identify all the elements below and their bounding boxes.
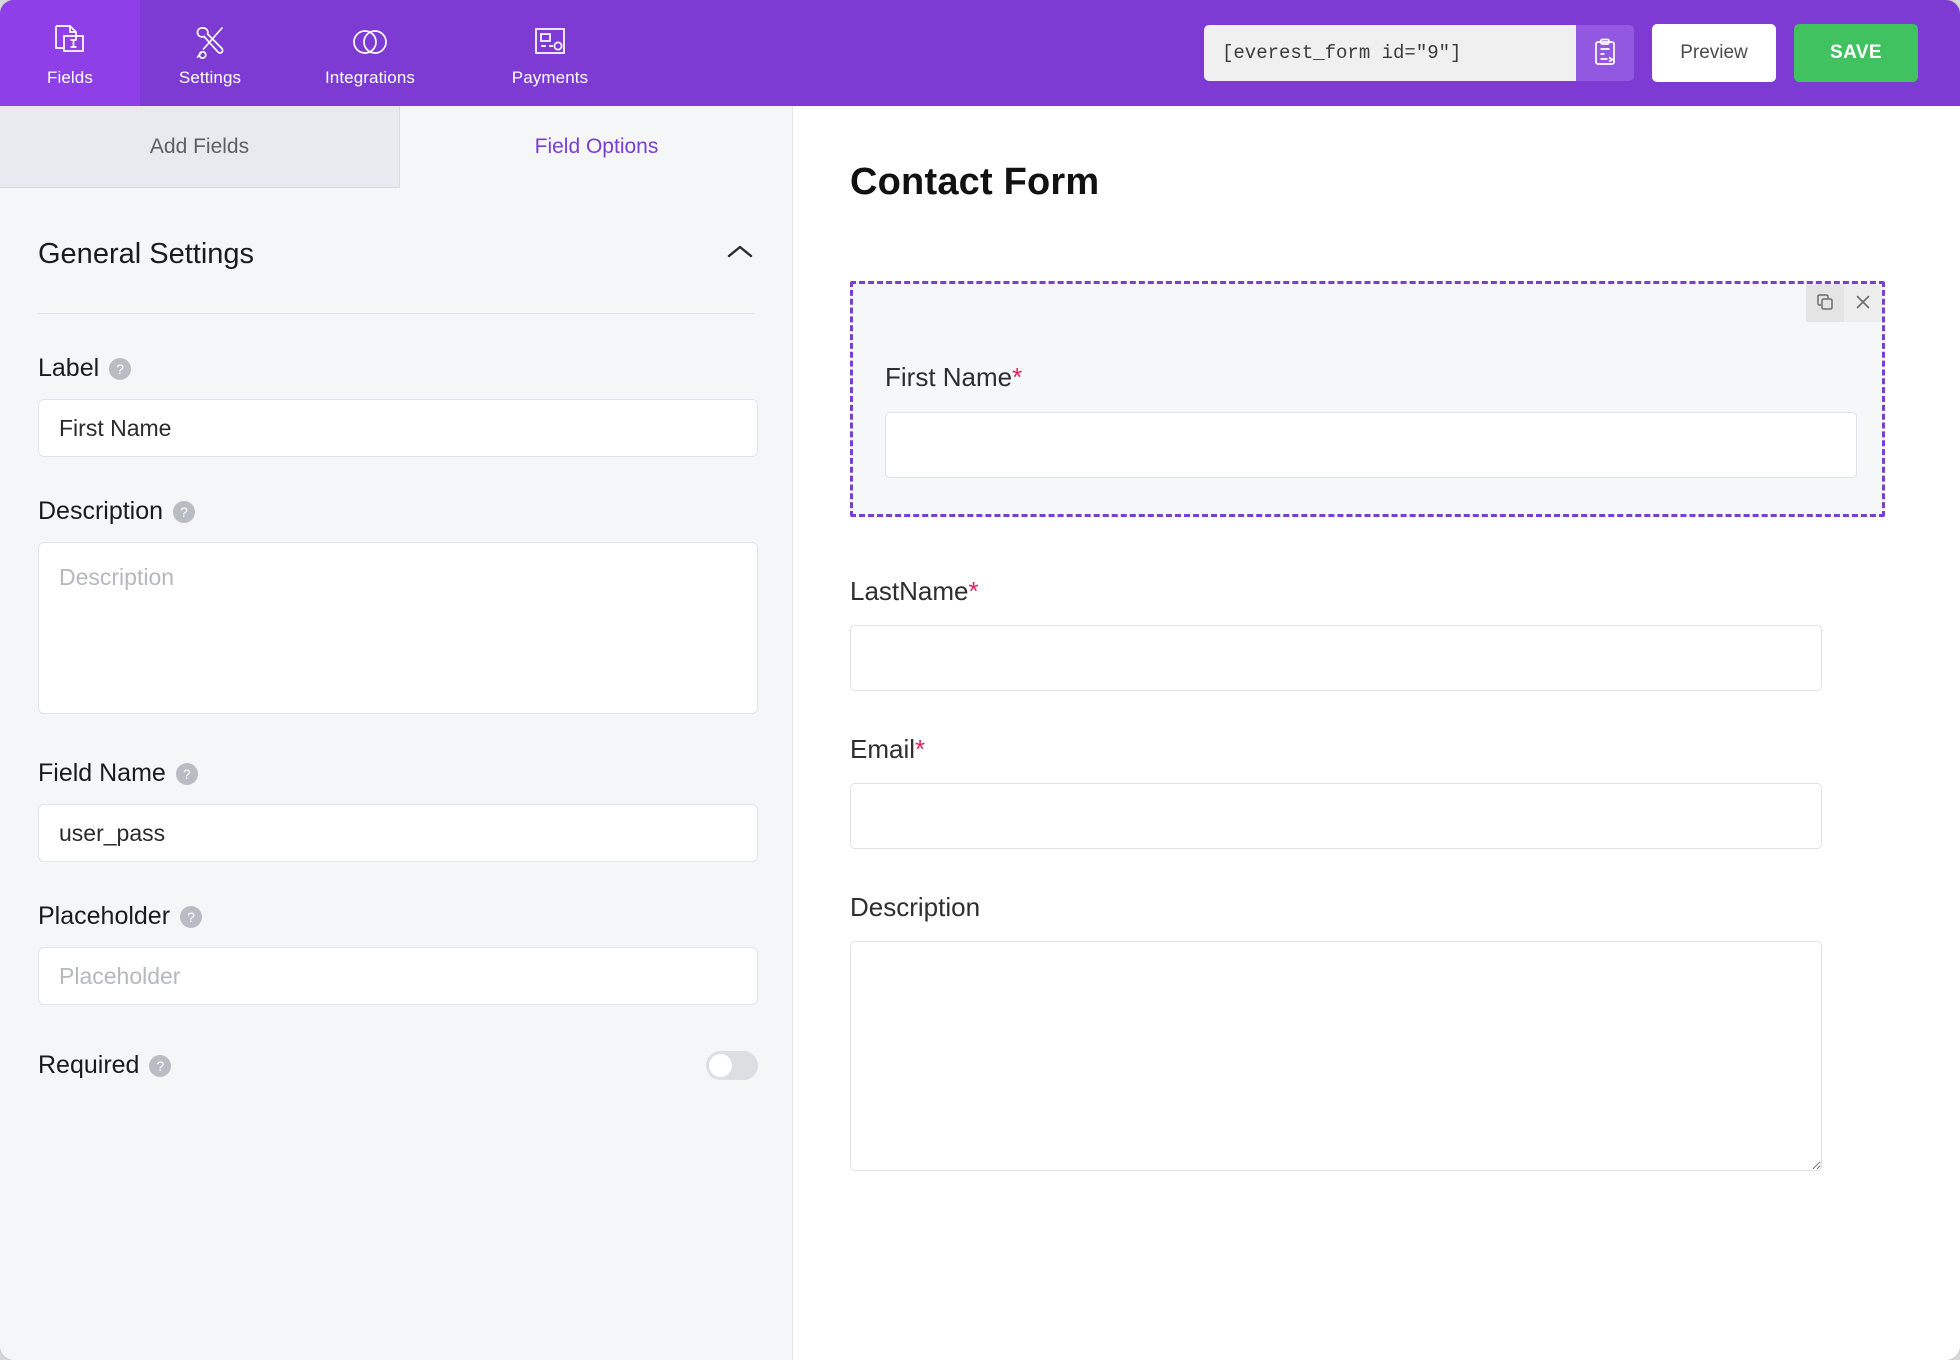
tab-field-options[interactable]: Field Options [400,106,793,188]
primary-nav: Fields Settings Integrations Payments [0,0,640,106]
required-asterisk: * [968,576,979,606]
required-toggle-knob [709,1054,732,1077]
preview-field-lastname-input[interactable] [850,625,1822,691]
settings-tools-icon [192,23,228,61]
page-title: Contact Form [850,161,1100,203]
preview-button[interactable]: Preview [1652,24,1776,82]
chevron-up-icon[interactable] [726,243,754,266]
builder-body: Add Fields Field Options General Setting… [0,106,1960,1360]
required-asterisk: * [1012,362,1023,392]
preview-field-description-textarea[interactable] [850,941,1822,1171]
help-question-icon[interactable]: ? [173,500,196,523]
form-preview-panel: Contact Form First Name* LastName* Email… [794,106,1960,1360]
help-question-icon[interactable]: ? [149,1054,172,1077]
form-builder-app: Fields Settings Integrations Payments [e… [0,0,1960,1360]
selected-field-label-text: First Name [885,362,1013,392]
nav-tab-settings[interactable]: Settings [140,0,280,106]
preview-field-lastname-label-text: LastName [850,576,969,606]
left-sidebar: Add Fields Field Options General Setting… [0,106,793,1360]
preview-field-lastname: LastName* [850,576,1834,691]
placeholder-setting-title-row: Placeholder ? [38,902,754,931]
top-header: Fields Settings Integrations Payments [e… [0,0,1960,106]
label-input[interactable] [38,399,758,457]
preview-field-email: Email* [850,734,1834,849]
payments-card-icon [533,23,567,61]
label-setting-title: Label [38,354,100,382]
placeholder-input[interactable] [38,947,758,1005]
copy-shortcode-button[interactable] [1576,25,1634,81]
label-setting-title-row: Label ? [38,354,754,383]
copy-clipboard-icon [1592,38,1618,69]
preview-field-description-label: Description [850,892,1834,923]
preview-field-email-label: Email* [850,734,1834,765]
shortcode-group [1204,25,1634,81]
description-setting-title-row: Description ? [38,497,754,526]
preview-field-description: Description [850,892,1834,1176]
general-settings-header[interactable]: General Settings [38,238,754,314]
field-name-setting-title-row: Field Name ? [38,759,754,788]
nav-tab-fields[interactable]: Fields [0,0,140,106]
required-setting-title: Required [38,1051,140,1079]
shortcode-input[interactable] [1204,25,1576,81]
required-toggle[interactable] [706,1051,758,1080]
help-question-icon[interactable]: ? [175,762,198,785]
integrations-circles-icon [351,23,389,61]
fields-document-icon [53,23,87,61]
header-actions: Preview SAVE [1204,0,1960,106]
description-textarea[interactable] [38,542,758,714]
help-question-icon[interactable]: ? [109,357,132,380]
description-setting-group: Description ? [38,497,758,719]
field-name-input[interactable] [38,804,758,862]
tab-add-fields[interactable]: Add Fields [0,106,400,188]
required-setting-group: Required ? [38,1051,758,1080]
duplicate-icon [1816,293,1834,314]
selected-field-actions [1806,284,1882,322]
save-button[interactable]: SAVE [1794,24,1918,82]
selected-field-first-name[interactable]: First Name* [850,281,1885,517]
field-name-setting-title: Field Name [38,759,166,787]
nav-tab-settings-label: Settings [178,67,242,87]
selected-field-input[interactable] [885,412,1857,478]
nav-tab-integrations-label: Integrations [324,67,416,87]
label-setting-group: Label ? [38,354,758,457]
description-setting-title: Description [38,497,164,525]
sidebar-tabs: Add Fields Field Options [0,106,792,188]
help-question-icon[interactable]: ? [180,905,203,928]
selected-field-label: First Name* [885,362,1022,393]
required-setting-title-row: Required ? [38,1051,172,1080]
preview-field-email-input[interactable] [850,783,1822,849]
duplicate-field-button[interactable] [1806,284,1844,322]
delete-field-button[interactable] [1844,284,1882,322]
preview-field-email-label-text: Email [850,734,916,764]
nav-tab-payments[interactable]: Payments [460,0,640,106]
nav-tab-integrations[interactable]: Integrations [280,0,460,106]
nav-tab-payments-label: Payments [511,67,589,87]
field-name-setting-group: Field Name ? [38,759,758,862]
preview-field-lastname-label: LastName* [850,576,1834,607]
general-settings-title: General Settings [38,238,255,270]
placeholder-setting-group: Placeholder ? [38,902,758,1005]
nav-tab-fields-label: Fields [47,67,93,87]
required-asterisk: * [915,734,926,764]
placeholder-setting-title: Placeholder [38,902,171,930]
preview-field-description-label-text: Description [850,892,981,922]
close-x-icon [1854,293,1872,314]
